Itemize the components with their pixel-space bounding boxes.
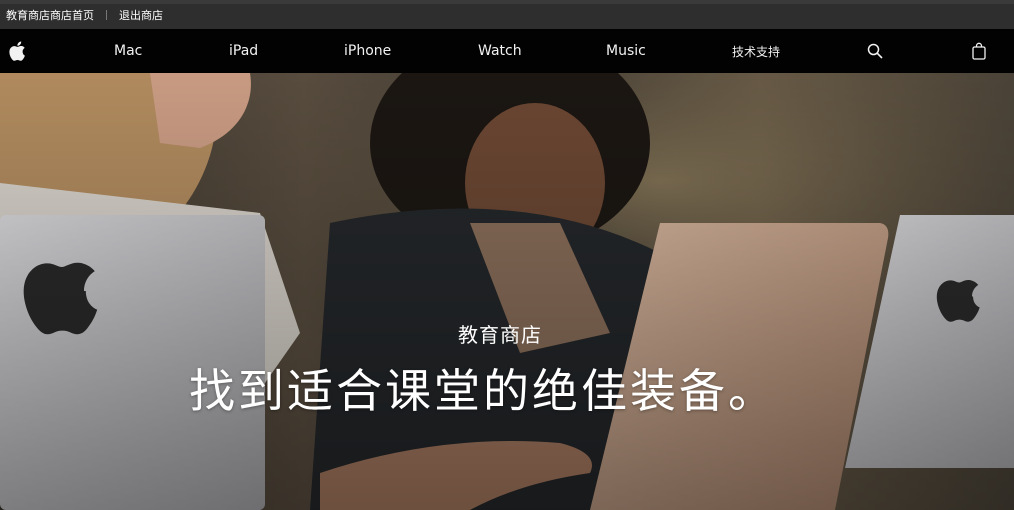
education-store-links: 教育商店商店首页 退出商店 [6, 4, 163, 25]
apple-logo-icon[interactable] [8, 29, 26, 73]
shopping-bag-icon[interactable] [972, 29, 986, 73]
nav-item-watch[interactable]: Watch [478, 29, 522, 73]
hero-photo [0, 73, 1014, 510]
education-store-bar: 教育商店商店首页 退出商店 [0, 0, 1014, 29]
nav-item-mac[interactable]: Mac [114, 29, 142, 73]
search-icon[interactable] [867, 29, 883, 73]
nav-item-iphone[interactable]: iPhone [344, 29, 391, 73]
nav-item-ipad[interactable]: iPad [229, 29, 258, 73]
hero-headline: 找到适合课堂的绝佳装备。 [189, 364, 777, 418]
hero-eyebrow: 教育商店 [458, 323, 542, 347]
nav-item-music[interactable]: Music [606, 29, 646, 73]
hero-banner: 教育商店 找到适合课堂的绝佳装备。 [0, 73, 1014, 510]
exit-store-link[interactable]: 退出商店 [119, 7, 163, 23]
education-store-home-link[interactable]: 教育商店商店首页 [6, 7, 94, 23]
global-nav: Mac iPad iPhone Watch Music 技术支持 [0, 29, 1014, 73]
link-divider [106, 9, 107, 20]
nav-item-support[interactable]: 技术支持 [732, 29, 780, 73]
